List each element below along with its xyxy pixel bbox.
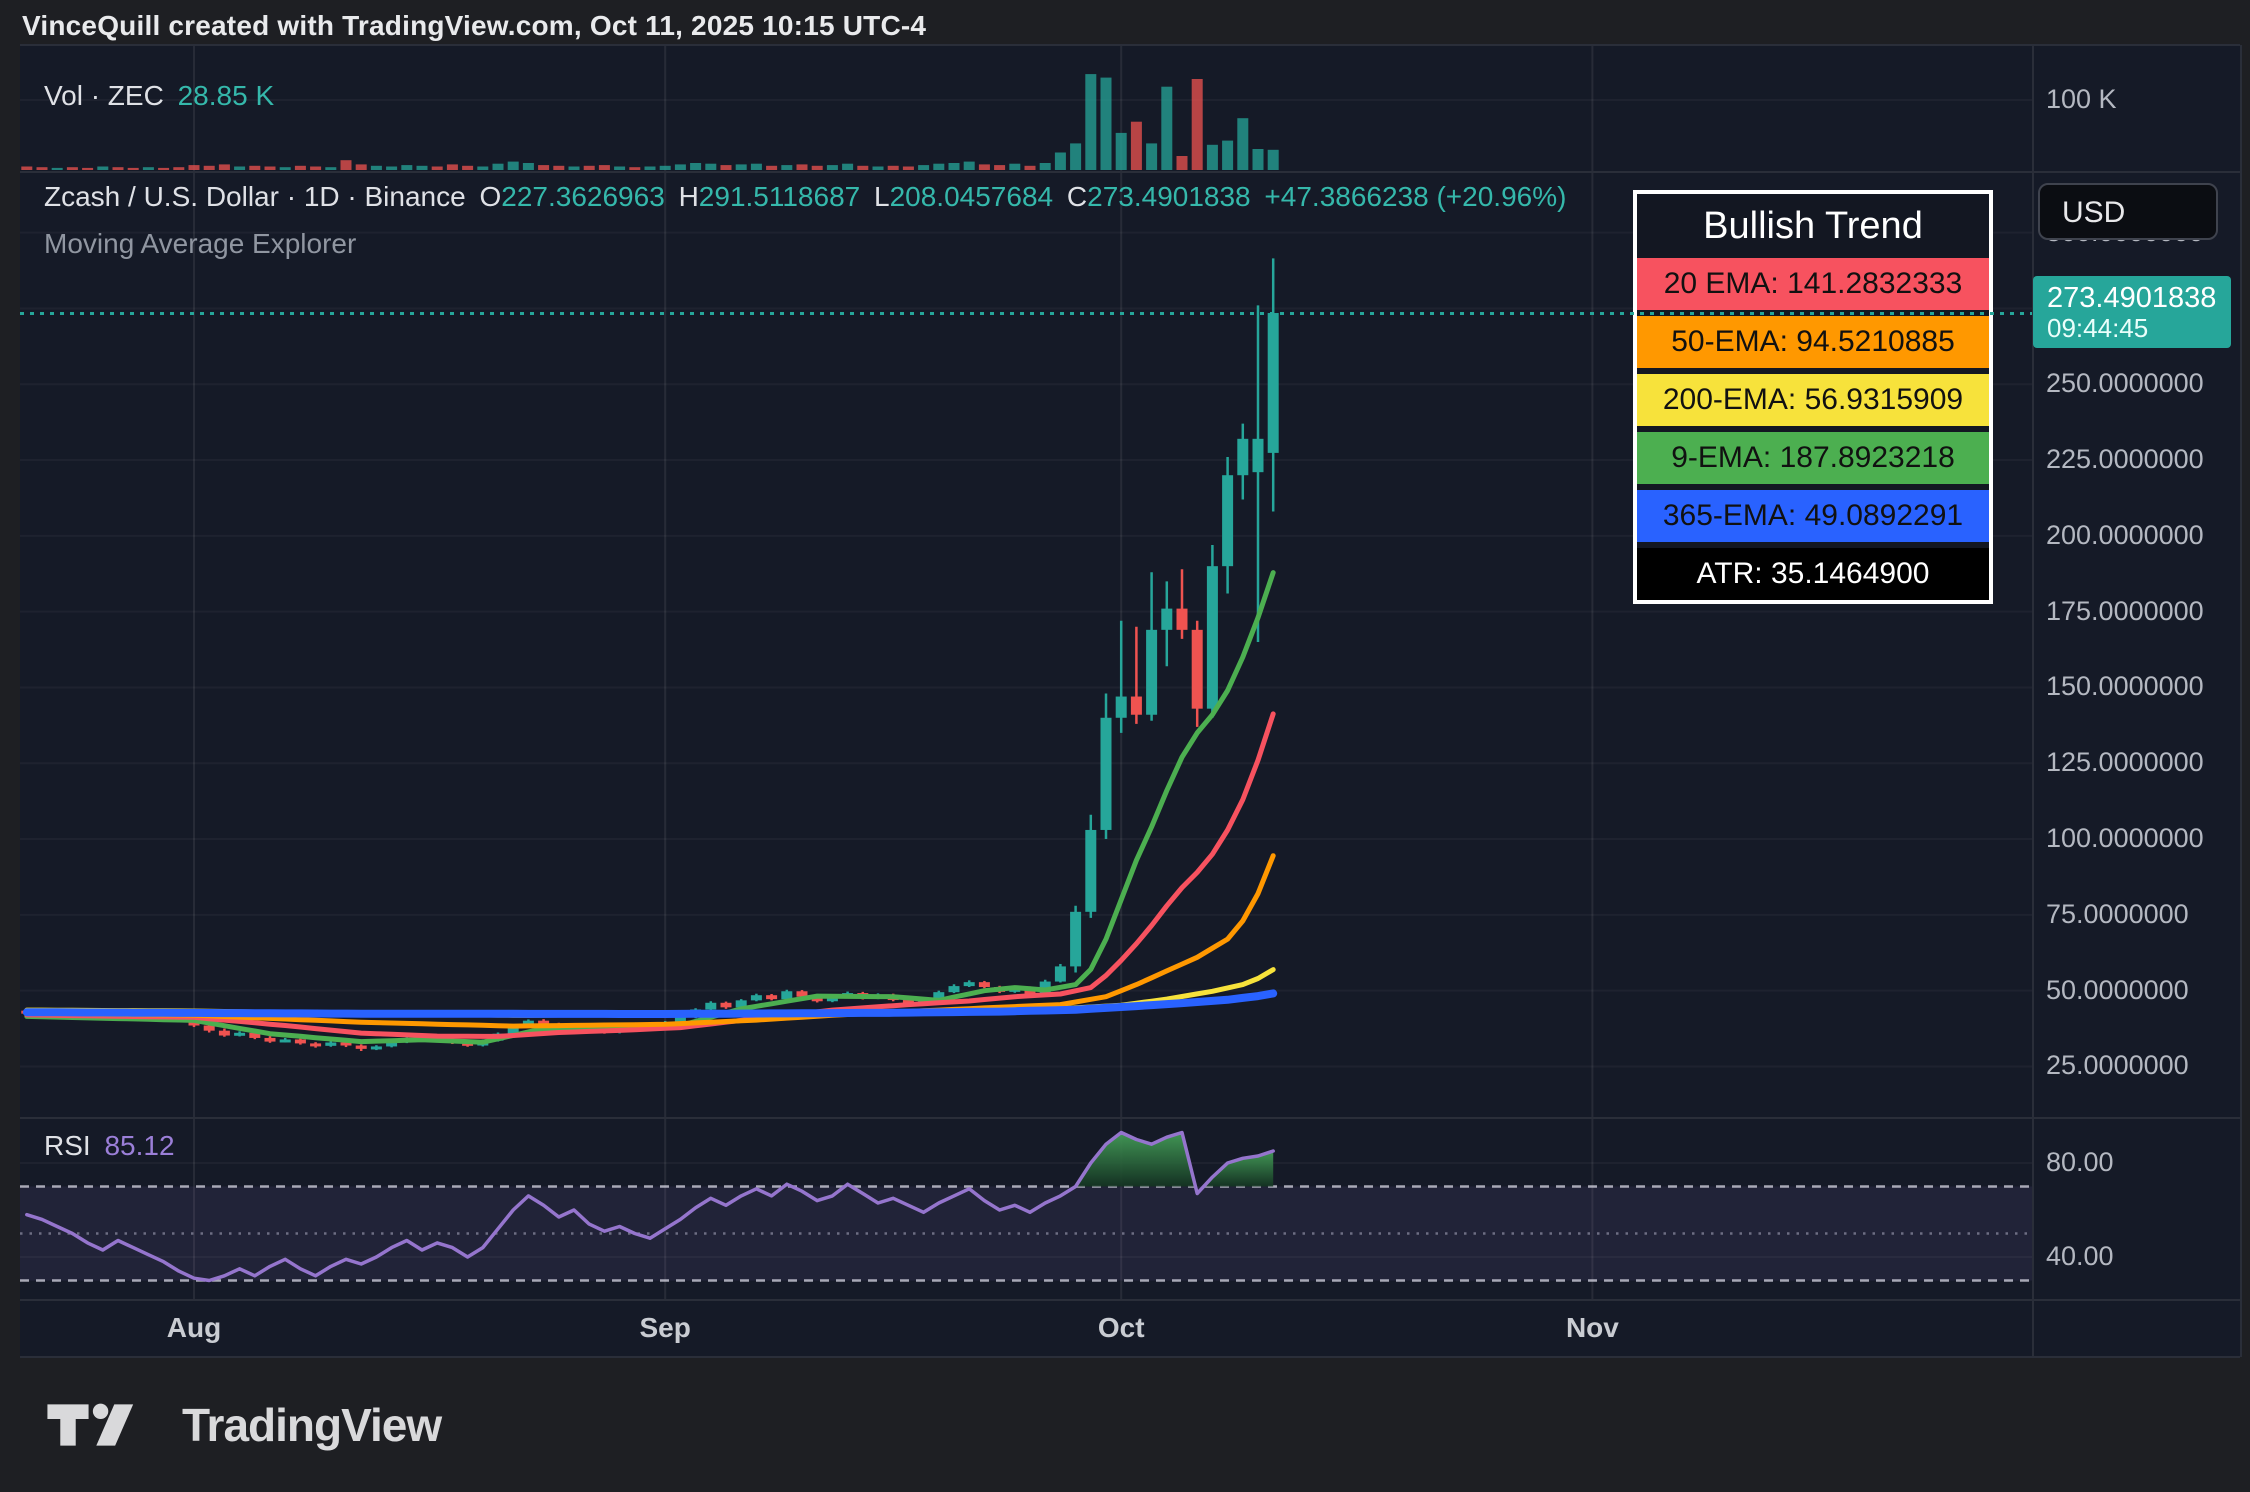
- current-price-line: [20, 312, 2032, 315]
- tradingview-logo-icon: [44, 1399, 164, 1451]
- price-axis-label: 225.0000000: [2046, 444, 2204, 475]
- pane-separator[interactable]: [20, 171, 2240, 173]
- price-axis-label: 175.0000000: [2046, 596, 2204, 627]
- volume-legend[interactable]: Vol · ZEC 28.85 K: [44, 80, 280, 112]
- price-axis-label: 250.0000000: [2046, 368, 2204, 399]
- close-label: C: [1067, 181, 1087, 212]
- tradingview-chart-screenshot: VinceQuill created with TradingView.com,…: [0, 0, 2250, 1492]
- trend-panel-row: 20 EMA: 141.2832333: [1637, 258, 1989, 310]
- bar-countdown: 09:44:45: [2047, 314, 2231, 342]
- time-axis-label[interactable]: Nov: [1532, 1312, 1652, 1344]
- trend-panel-row: ATR: 35.1464900: [1637, 548, 1989, 600]
- rsi-legend-label: RSI: [44, 1130, 91, 1161]
- time-axis-border: [20, 1356, 2240, 1358]
- close-value: 273.4901838: [1087, 181, 1251, 212]
- rsi-axis-label: 80.00: [2046, 1147, 2114, 1178]
- tradingview-logo-text: TradingView: [182, 1398, 441, 1452]
- trend-panel-rows: 20 EMA: 141.2832333 50-EMA: 94.5210885 200…: [1637, 258, 1989, 600]
- price-axis-label: 200.0000000: [2046, 520, 2204, 551]
- low-value: 208.0457684: [890, 181, 1054, 212]
- open-label: O: [479, 181, 501, 212]
- tradingview-logo[interactable]: TradingView: [44, 1398, 441, 1452]
- price-axis-label: 100.0000000: [2046, 823, 2204, 854]
- last-price-value: 273.4901838: [2047, 282, 2231, 314]
- price-axis-label: 125.0000000: [2046, 747, 2204, 778]
- time-axis-label[interactable]: Sep: [605, 1312, 725, 1344]
- trend-panel-row: 200-EMA: 56.9315909: [1637, 374, 1989, 426]
- trend-panel-row: 9-EMA: 187.8923218: [1637, 432, 1989, 484]
- symbol-legend[interactable]: Zcash / U.S. Dollar · 1D · Binance O227.…: [44, 181, 1572, 213]
- rsi-pane[interactable]: [20, 1118, 2032, 1300]
- time-axis-label[interactable]: Oct: [1061, 1312, 1181, 1344]
- trend-panel-row: 50-EMA: 94.5210885: [1637, 316, 1989, 368]
- volume-legend-label: Vol · ZEC: [44, 80, 164, 111]
- volume-pane[interactable]: [20, 45, 2032, 172]
- high-value: 291.5118687: [699, 181, 860, 212]
- symbol-title: Zcash / U.S. Dollar · 1D · Binance: [44, 181, 466, 212]
- price-axis-label: 50.0000000: [2046, 975, 2189, 1006]
- ema-line-9-EMA: [27, 573, 1273, 1043]
- price-axis-label: 150.0000000: [2046, 671, 2204, 702]
- pane-separator[interactable]: [20, 1299, 2240, 1301]
- last-price-badge: 273.4901838 09:44:45: [2033, 276, 2231, 348]
- pane-separator[interactable]: [20, 1117, 2240, 1119]
- trend-panel-title: Bullish Trend: [1637, 194, 1989, 258]
- rsi-legend-value: 85.12: [104, 1130, 174, 1161]
- trend-panel-row: 365-EMA: 49.0892291: [1637, 490, 1989, 542]
- change-value: +47.3866238 (+20.96%): [1264, 181, 1566, 212]
- open-value: 227.3626963: [501, 181, 665, 212]
- high-label: H: [679, 181, 699, 212]
- price-scale-border[interactable]: [2032, 45, 2034, 1357]
- chart-right-border: [2240, 45, 2242, 1357]
- time-axis-label[interactable]: Aug: [134, 1312, 254, 1344]
- low-label: L: [874, 181, 890, 212]
- pane-separator[interactable]: [20, 44, 2240, 46]
- rsi-legend[interactable]: RSI 85.12: [44, 1130, 181, 1162]
- attribution-text: VinceQuill created with TradingView.com,…: [22, 10, 926, 42]
- rsi-axis-label: 40.00: [2046, 1241, 2114, 1272]
- ema-line-365-EMA: [27, 993, 1273, 1014]
- price-axis-label: 75.0000000: [2046, 899, 2189, 930]
- volume-axis-label: 100 K: [2046, 84, 2117, 115]
- volume-legend-value: 28.85 K: [178, 80, 275, 111]
- price-axis-label: 25.0000000: [2046, 1050, 2189, 1081]
- indicator-legend[interactable]: Moving Average Explorer: [44, 228, 356, 260]
- currency-toggle-button[interactable]: USD: [2038, 183, 2218, 240]
- trend-panel: Bullish Trend 20 EMA: 141.2832333 50-EMA:…: [1633, 190, 1993, 604]
